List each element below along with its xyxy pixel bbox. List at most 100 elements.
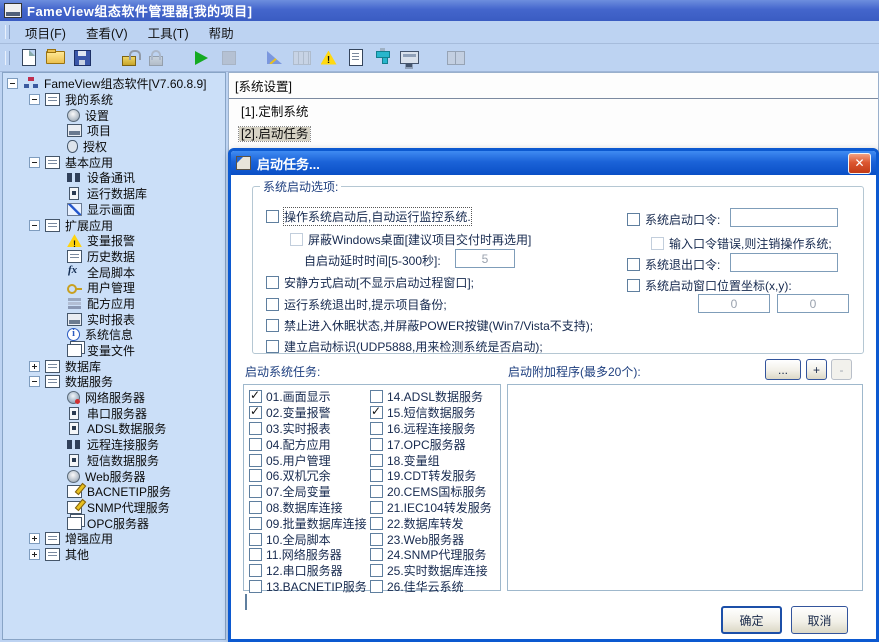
tree-item[interactable]: 用户管理 (3, 280, 225, 296)
startup-password-checkbox[interactable] (627, 213, 640, 226)
task-checkbox[interactable] (370, 533, 383, 546)
task-checkbox[interactable] (370, 517, 383, 530)
task-checkbox[interactable] (249, 406, 262, 419)
ok-button[interactable]: 确定 (721, 606, 782, 634)
save-button[interactable] (70, 46, 95, 69)
tree-item[interactable]: 变量报警 (3, 233, 225, 249)
task-item[interactable]: 20.CEMS国标服务 (370, 484, 492, 500)
task-item[interactable]: 01.画面显示 (249, 389, 367, 405)
tree-item[interactable]: 短信数据服务 (3, 453, 225, 469)
expander-minus-icon[interactable] (29, 94, 40, 105)
task-item[interactable]: 14.ADSL数据服务 (370, 389, 492, 405)
tree-item[interactable]: 扩展应用 (3, 217, 225, 233)
tree-item[interactable]: BACNETIP服务 (3, 484, 225, 500)
expander-minus-icon[interactable] (29, 220, 40, 231)
tree-item[interactable]: 网络服务器 (3, 390, 225, 406)
tree-item[interactable]: 设备通讯 (3, 170, 225, 186)
bottom-left-checkbox[interactable] (245, 594, 247, 610)
cancel-button[interactable]: 取消 (791, 606, 848, 634)
tree-item[interactable]: 数据库 (3, 358, 225, 374)
tree-item[interactable]: 其他 (3, 547, 225, 563)
expander-minus-icon[interactable] (7, 78, 18, 89)
quiet-start-checkbox[interactable] (266, 276, 279, 289)
task-checkbox[interactable] (249, 548, 262, 561)
menu-item-help[interactable]: 帮助 (199, 21, 244, 44)
tree-item[interactable]: 项目 (3, 123, 225, 139)
task-item[interactable]: 05.用户管理 (249, 452, 367, 468)
menu-item-view[interactable]: 查看(V) (76, 21, 138, 44)
task-checkbox[interactable] (370, 580, 383, 593)
expander-plus-icon[interactable] (29, 533, 40, 544)
menu-item-project[interactable]: 项目(F) (15, 21, 76, 44)
tree-item[interactable]: 系统信息 (3, 327, 225, 343)
tree-item[interactable]: 我的系统 (3, 92, 225, 108)
run-button[interactable] (189, 46, 214, 69)
open-button[interactable] (43, 46, 68, 69)
tree-item[interactable]: 设置 (3, 107, 225, 123)
task-checkbox[interactable] (249, 517, 262, 530)
task-item[interactable]: 06.双机冗余 (249, 468, 367, 484)
task-item[interactable]: 08.数据库连接 (249, 500, 367, 516)
tree-item[interactable]: 运行数据库 (3, 186, 225, 202)
autorun-on-boot-checkbox[interactable] (266, 210, 279, 223)
task-item[interactable]: 12.串口服务器 (249, 563, 367, 579)
task-checkbox[interactable] (370, 564, 383, 577)
task-checkbox[interactable] (370, 454, 383, 467)
addon-programs-listbox[interactable] (507, 384, 863, 591)
task-checkbox[interactable] (370, 501, 383, 514)
task-item[interactable]: 07.全局变量 (249, 484, 367, 500)
unlock-button[interactable] (116, 46, 141, 69)
task-checkbox[interactable] (370, 548, 383, 561)
task-checkbox[interactable] (249, 422, 262, 435)
task-item[interactable]: 09.批量数据库连接 (249, 515, 367, 531)
tree-item[interactable]: 远程连接服务 (3, 437, 225, 453)
expander-minus-icon[interactable] (29, 376, 40, 387)
task-checkbox[interactable] (249, 564, 262, 577)
task-checkbox[interactable] (370, 406, 383, 419)
expander-plus-icon[interactable] (29, 361, 40, 372)
tree-item[interactable]: 串口服务器 (3, 405, 225, 421)
task-item[interactable]: 17.OPC服务器 (370, 436, 492, 452)
tree-item[interactable]: 增强应用 (3, 531, 225, 547)
list-item[interactable]: [1].定制系统 (237, 100, 878, 121)
tree-item[interactable]: OPC服务器 (3, 515, 225, 531)
backup-prompt-on-exit-checkbox[interactable] (266, 298, 279, 311)
task-item[interactable]: 15.短信数据服务 (370, 405, 492, 421)
task-item[interactable]: 03.实时报表 (249, 421, 367, 437)
task-item[interactable]: 13.BACNETIP服务 (249, 579, 367, 595)
task-checkbox[interactable] (249, 438, 262, 451)
task-checkbox[interactable] (370, 485, 383, 498)
expander-plus-icon[interactable] (29, 549, 40, 560)
tree-item[interactable]: 授权 (3, 139, 225, 155)
report-button[interactable] (343, 46, 368, 69)
task-checkbox[interactable] (249, 501, 262, 514)
task-item[interactable]: 25.实时数据库连接 (370, 563, 492, 579)
tree-item[interactable]: FameView组态软件[V7.60.8.9] (3, 76, 225, 92)
task-item[interactable]: 23.Web服务器 (370, 531, 492, 547)
browse-button[interactable]: ... (765, 359, 801, 380)
task-item[interactable]: 26.佳华云系统 (370, 579, 492, 595)
startup-window-position-checkbox[interactable] (627, 279, 640, 292)
tree-item[interactable]: 显示画面 (3, 202, 225, 218)
close-icon[interactable]: ✕ (848, 153, 871, 174)
new-button[interactable] (16, 46, 41, 69)
task-checkbox[interactable] (249, 390, 262, 403)
task-checkbox[interactable] (370, 422, 383, 435)
tree-item[interactable]: ADSL数据服务 (3, 421, 225, 437)
task-item[interactable]: 02.变量报警 (249, 405, 367, 421)
list-item[interactable]: [2].启动任务 (237, 122, 878, 143)
tap-button[interactable] (370, 46, 395, 69)
task-item[interactable]: 10.全局脚本 (249, 531, 367, 547)
alarm-button[interactable] (316, 46, 341, 69)
task-item[interactable]: 16.远程连接服务 (370, 421, 492, 437)
task-checkbox[interactable] (370, 390, 383, 403)
task-checkbox[interactable] (249, 580, 262, 593)
task-item[interactable]: 19.CDT转发服务 (370, 468, 492, 484)
startup-flag-checkbox[interactable] (266, 340, 279, 353)
prevent-sleep-checkbox[interactable] (266, 319, 279, 332)
task-checkbox[interactable] (249, 533, 262, 546)
task-item[interactable]: 22.数据库转发 (370, 515, 492, 531)
tree-item[interactable]: 实时报表 (3, 311, 225, 327)
exit-password-input[interactable] (730, 253, 838, 272)
task-checkbox[interactable] (370, 438, 383, 451)
